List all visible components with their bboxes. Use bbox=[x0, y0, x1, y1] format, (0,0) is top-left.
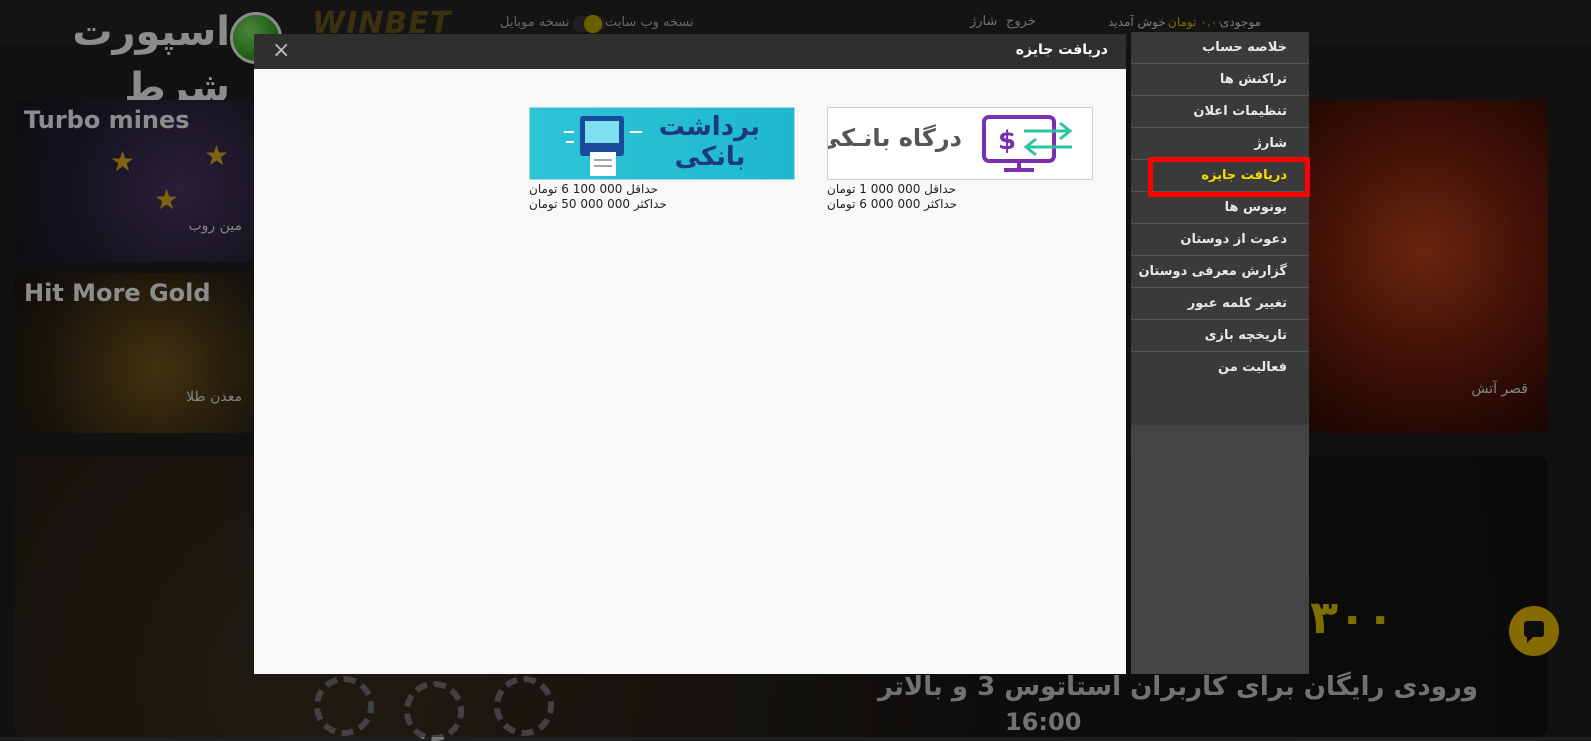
menu-item-my-activity[interactable]: فعالیت من bbox=[1131, 352, 1309, 384]
atm-withdraw-icon bbox=[564, 116, 642, 176]
min-amount-text: حداقل 000 100 6 تومان bbox=[529, 182, 659, 196]
bank-gateway-limits: حداقل 000 000 1 تومان حداکثر 000 000 6 ت… bbox=[827, 182, 957, 212]
menu-item-game-history[interactable]: تاریخچه بازی bbox=[1131, 320, 1309, 352]
bank-gateway-label: درگاه بانـکی bbox=[827, 124, 962, 152]
bank-withdrawal-label: برداشت بانکی bbox=[658, 112, 760, 172]
menu-item-transactions[interactable]: تراکنش ها bbox=[1131, 64, 1309, 96]
monitor-dollar-icon: $ bbox=[982, 115, 1073, 172]
modal-title: دریافت جایزه bbox=[1015, 42, 1108, 58]
menu-item-account-summary[interactable]: خلاصه حساب bbox=[1131, 32, 1309, 64]
menu-item-change-password[interactable]: تغییر کلمه عبور bbox=[1131, 288, 1309, 320]
menu-item-referral-report[interactable]: گزارش معرفی دوستان bbox=[1131, 256, 1309, 288]
close-icon[interactable]: × bbox=[272, 38, 290, 64]
bank-withdrawal-banner[interactable]: برداشت بانکی bbox=[529, 107, 795, 180]
bank-gateway-banner[interactable]: درگاه بانـکی $ bbox=[827, 107, 1093, 180]
bank-withdrawal-limits: حداقل 000 100 6 تومان حداکثر 000 000 50 … bbox=[529, 182, 667, 212]
account-side-menu: خلاصه حساب تراکنش ها تنظیمات اعلان شارژ … bbox=[1131, 32, 1309, 425]
min-amount-text: حداقل 000 000 1 تومان bbox=[827, 182, 957, 196]
svg-text:$: $ bbox=[998, 126, 1016, 156]
withdraw-prize-modal: دریافت جایزه × درگاه بانـکی $ حداقل 000 … bbox=[254, 34, 1126, 674]
menu-item-charge[interactable]: شارژ bbox=[1131, 128, 1309, 160]
active-item-highlight bbox=[1148, 157, 1310, 197]
max-amount-text: حداکثر 000 000 6 تومان bbox=[827, 197, 958, 211]
side-menu-background bbox=[1131, 384, 1309, 674]
max-amount-text: حداکثر 000 000 50 تومان bbox=[529, 197, 667, 211]
modal-header: دریافت جایزه × bbox=[254, 34, 1126, 69]
menu-item-notification-settings[interactable]: تنظیمات اعلان bbox=[1131, 96, 1309, 128]
menu-item-invite-friends[interactable]: دعوت از دوستان bbox=[1131, 224, 1309, 256]
